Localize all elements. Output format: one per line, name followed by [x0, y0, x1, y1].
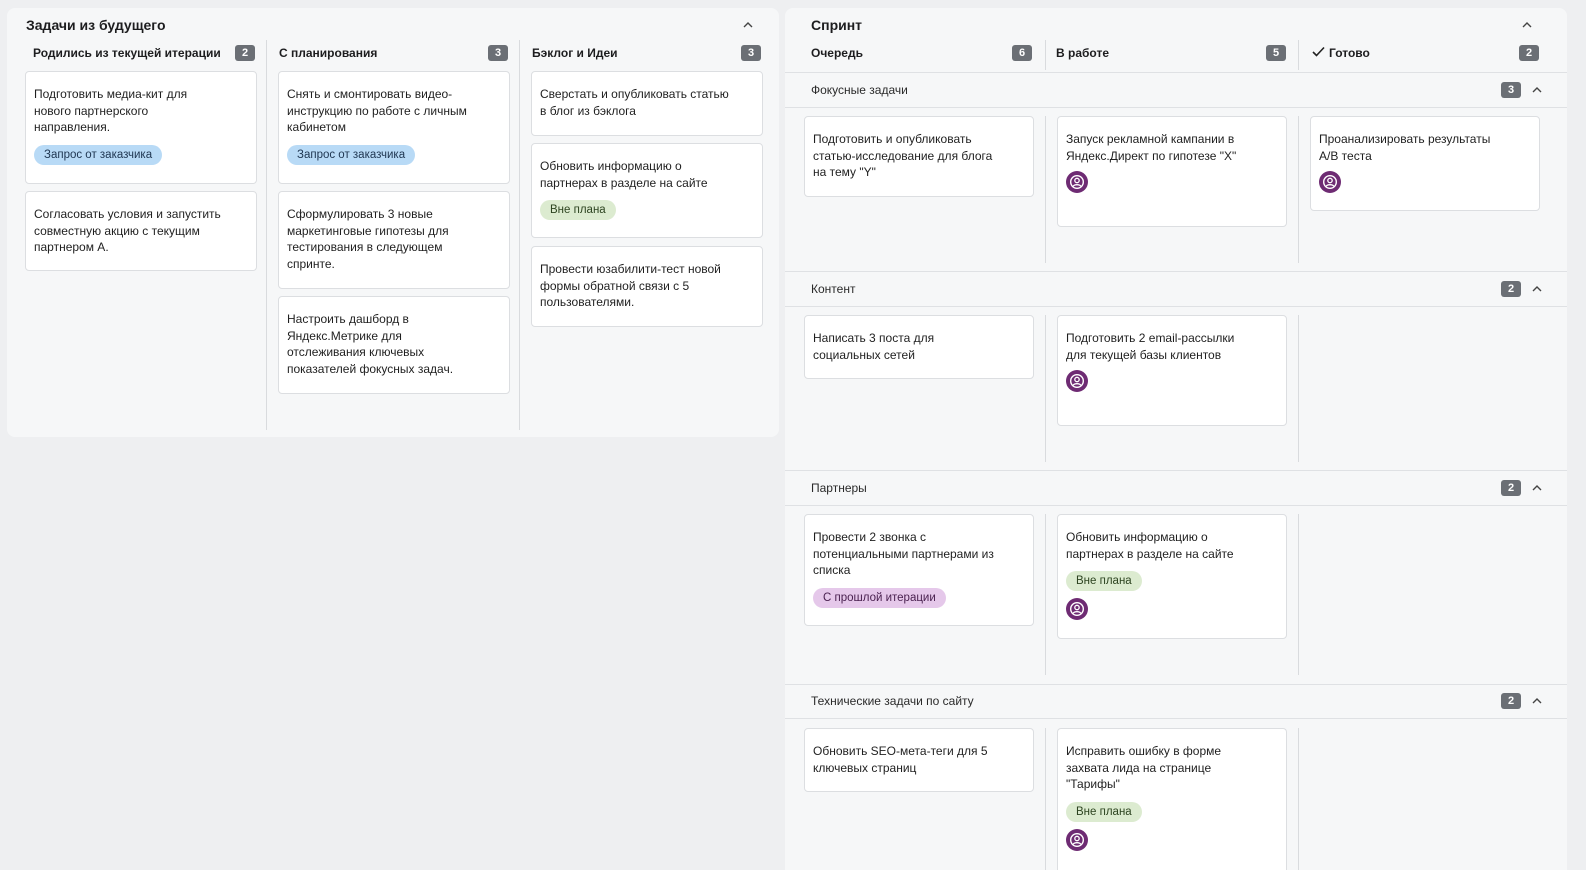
task-card[interactable]: Написать 3 поста для социальных сетей [804, 315, 1034, 379]
column-header-in-progress: В работе [1056, 46, 1109, 60]
column-header-queue: Очередь [811, 46, 863, 60]
column-divider [1045, 40, 1046, 70]
column-header-current-iteration: Родились из текущей итерации [33, 46, 221, 60]
column-header-planning: С планирования [279, 46, 378, 60]
column-divider [1298, 728, 1299, 870]
tag-unplanned: Вне плана [540, 200, 616, 220]
group-title-tech[interactable]: Технические задачи по сайту [811, 693, 974, 709]
group-count-badge: 3 [1501, 82, 1521, 98]
task-card[interactable]: Провести 2 звонка с потенциальными партн… [804, 514, 1034, 626]
column-divider [1045, 315, 1046, 462]
panel-title: Задачи из будущего [26, 17, 166, 33]
task-card[interactable]: Обновить информацию о партнерах в раздел… [1057, 514, 1287, 639]
collapse-chevron-icon[interactable] [1530, 83, 1544, 97]
group-divider [785, 107, 1567, 108]
column-divider [1298, 315, 1299, 462]
task-card-text: Запуск рекламной кампании в Яндекс.Дирек… [1066, 132, 1237, 163]
column-header-backlog: Бэклог и Идеи [532, 46, 618, 60]
tag-client-request: Запрос от заказчика [34, 144, 163, 165]
column-divider [1045, 514, 1046, 675]
tag-previous-iteration: С прошлой итерации [813, 587, 946, 608]
task-card-text: Сверстать и опубликовать статью в блог и… [540, 87, 729, 118]
user-avatar-icon[interactable] [1319, 171, 1341, 193]
collapse-chevron-icon[interactable] [741, 18, 755, 32]
column-header-done: Готово [1312, 45, 1370, 61]
task-card[interactable]: Подготовить 2 email-рассылки для текущей… [1057, 315, 1287, 426]
user-avatar-icon[interactable] [1066, 171, 1088, 193]
column-divider [1298, 40, 1299, 70]
task-card[interactable]: Подготовить и опубликовать статью-исслед… [804, 116, 1034, 197]
column-divider [1045, 116, 1046, 263]
collapse-chevron-icon[interactable] [1530, 481, 1544, 495]
task-card-text: Исправить ошибку в форме захвата лида на… [1066, 744, 1222, 791]
column-count-badge: 3 [488, 45, 508, 61]
task-card-text: Настроить дашборд в Яндекс.Метрике для о… [287, 312, 454, 376]
sprint-panel: Спринт Очередь 6 В работе 5 Готово 2 Фок… [785, 8, 1567, 870]
column-count-badge: 3 [741, 45, 761, 61]
task-card[interactable]: Проанализировать результаты А/В теста [1310, 116, 1540, 211]
task-card-text: Обновить информацию о партнерах в раздел… [540, 159, 708, 190]
checkmark-icon [1312, 46, 1325, 60]
group-title-partners[interactable]: Партнеры [811, 480, 867, 496]
task-card-text: Обновить SEO-мета-теги для 5 ключевых ст… [813, 744, 988, 775]
column-divider [1045, 728, 1046, 870]
group-divider [785, 271, 1567, 272]
group-count-badge: 2 [1501, 281, 1521, 297]
tag-client-request: Запрос от заказчика [287, 144, 416, 165]
task-card[interactable]: Снять и смонтировать видео-инструкцию по… [278, 71, 510, 184]
group-divider [785, 505, 1567, 506]
tag-unplanned: Вне плана [1066, 571, 1142, 591]
column-divider [266, 40, 267, 430]
future-tasks-panel: Задачи из будущего Родились из текущей и… [7, 8, 779, 437]
task-card[interactable]: Провести юзабилити-тест новой формы обра… [531, 246, 763, 327]
task-card-text: Провести 2 звонка с потенциальными партн… [813, 530, 994, 577]
group-divider [785, 718, 1567, 719]
group-divider [785, 684, 1567, 685]
task-card-text: Согласовать условия и запустить совместн… [34, 207, 221, 254]
collapse-chevron-icon[interactable] [1520, 18, 1534, 32]
task-card-text: Провести юзабилити-тест новой формы обра… [540, 262, 721, 309]
task-card-text: Обновить информацию о партнерах в раздел… [1066, 530, 1234, 561]
column-divider [1298, 116, 1299, 263]
column-count-badge: 2 [235, 45, 255, 61]
task-card[interactable]: Запуск рекламной кампании в Яндекс.Дирек… [1057, 116, 1287, 227]
collapse-chevron-icon[interactable] [1530, 694, 1544, 708]
task-card[interactable]: Обновить информацию о партнерах в раздел… [531, 143, 763, 238]
task-card[interactable]: Исправить ошибку в форме захвата лида на… [1057, 728, 1287, 870]
column-count-badge: 5 [1266, 45, 1286, 61]
task-card-text: Подготовить и опубликовать статью-исслед… [813, 132, 993, 179]
task-card-text: Проанализировать результаты А/В теста [1319, 132, 1491, 163]
column-divider [519, 40, 520, 430]
group-count-badge: 2 [1501, 693, 1521, 709]
group-title-focus[interactable]: Фокусные задачи [811, 82, 908, 98]
user-avatar-icon[interactable] [1066, 370, 1088, 392]
header-divider [785, 72, 1567, 73]
panel-title: Спринт [811, 17, 863, 33]
group-count-badge: 2 [1501, 480, 1521, 496]
task-card[interactable]: Обновить SEO-мета-теги для 5 ключевых ст… [804, 728, 1034, 792]
column-count-badge: 2 [1519, 45, 1539, 61]
task-card[interactable]: Сформулировать 3 новые маркетинговые гип… [278, 191, 510, 289]
user-avatar-icon[interactable] [1066, 598, 1088, 620]
user-avatar-icon[interactable] [1066, 828, 1088, 851]
task-card-text: Сформулировать 3 новые маркетинговые гип… [287, 207, 449, 271]
group-divider [785, 306, 1567, 307]
task-card-text: Подготовить медиа-кит для нового партнер… [34, 87, 188, 134]
task-card-text: Написать 3 поста для социальных сетей [813, 331, 935, 362]
column-header-done-label: Готово [1329, 46, 1370, 60]
collapse-chevron-icon[interactable] [1530, 282, 1544, 296]
task-card[interactable]: Сверстать и опубликовать статью в блог и… [531, 71, 763, 136]
column-count-badge: 6 [1012, 45, 1032, 61]
task-card[interactable]: Подготовить медиа-кит для нового партнер… [25, 71, 257, 184]
group-divider [785, 470, 1567, 471]
column-divider [1298, 514, 1299, 675]
task-card-text: Снять и смонтировать видео-инструкцию по… [287, 87, 467, 134]
task-card[interactable]: Настроить дашборд в Яндекс.Метрике для о… [278, 296, 510, 394]
task-card[interactable]: Согласовать условия и запустить совместн… [25, 191, 257, 271]
tag-unplanned: Вне плана [1066, 801, 1142, 822]
task-card-text: Подготовить 2 email-рассылки для текущей… [1066, 331, 1235, 362]
group-title-content[interactable]: Контент [811, 281, 855, 297]
